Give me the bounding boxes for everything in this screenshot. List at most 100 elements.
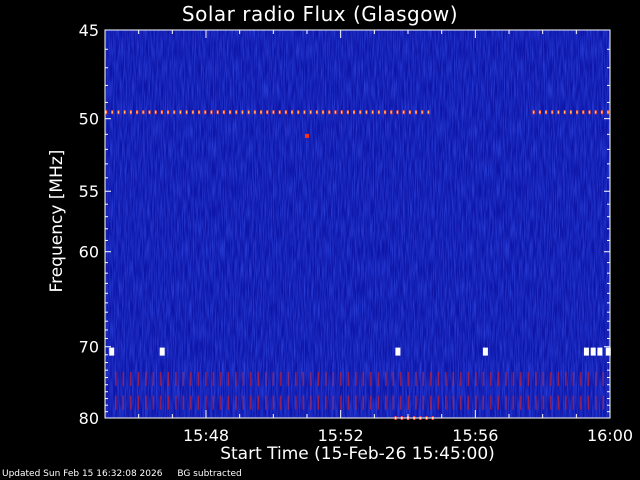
dotted-band-highlight — [322, 111, 324, 114]
interference-mark — [395, 347, 401, 356]
spectrogram-chart: 45505560708015:48 15:52 15:56 16:00 — [79, 21, 633, 445]
dotted-band-highlight — [403, 111, 405, 114]
lower-streak — [332, 362, 333, 418]
lower-streak — [453, 362, 454, 418]
dotted-band-highlight — [595, 111, 597, 114]
red-band-mark — [400, 395, 402, 410]
dotted-band-highlight — [601, 111, 603, 114]
dotted-band-highlight — [148, 111, 150, 114]
dotted-band-highlight — [421, 111, 423, 114]
red-band-mark — [362, 395, 365, 410]
red-band-mark — [535, 372, 537, 386]
red-band-mark — [137, 372, 140, 386]
red-band-mark — [572, 395, 575, 410]
red-band-mark — [227, 395, 230, 410]
lower-streak — [420, 362, 421, 418]
dotted-band-highlight — [353, 111, 355, 114]
red-band-mark — [122, 372, 125, 386]
bg-note: BG subtracted — [177, 469, 242, 479]
red-band-mark — [242, 395, 245, 410]
red-band-mark — [152, 395, 155, 410]
lower-streak — [343, 362, 344, 418]
lower-streak — [464, 362, 465, 418]
red-band-mark — [490, 372, 492, 386]
red-band-mark — [512, 372, 515, 386]
dotted-band-highlight — [588, 111, 590, 114]
dotted-band-highlight — [161, 111, 163, 114]
x-tick-label: 15:48 — [183, 426, 229, 445]
dotted-band-highlight — [359, 111, 361, 114]
red-band-mark — [152, 372, 155, 386]
interference-mark — [482, 347, 488, 356]
red-band-mark — [580, 395, 582, 410]
lower-streak — [585, 362, 586, 418]
dotted-band-highlight — [291, 111, 293, 114]
lower-streak — [244, 362, 245, 418]
red-band-mark — [557, 395, 560, 410]
dotted-band-highlight — [111, 111, 113, 114]
dotted-band-highlight — [564, 111, 566, 114]
dotted-band-highlight — [285, 111, 287, 114]
dotted-band-highlight — [279, 111, 281, 114]
red-band-mark — [587, 372, 590, 386]
y-tick-label: 80 — [79, 409, 99, 428]
x-tick-label: 16:00 — [587, 426, 633, 445]
red-band-mark — [130, 395, 132, 410]
dotted-band-highlight — [142, 111, 144, 114]
red-band-mark — [130, 372, 132, 386]
dotted-band-highlight — [198, 111, 200, 114]
red-band-mark — [347, 395, 350, 410]
lower-streak — [519, 362, 520, 418]
red-band-mark — [235, 395, 237, 410]
lower-streak — [354, 362, 355, 418]
red-band-mark — [377, 372, 380, 386]
x-tick-label: 15:52 — [318, 426, 364, 445]
red-band-mark — [190, 395, 192, 410]
red-band-mark — [527, 372, 530, 386]
red-band-mark — [437, 372, 440, 386]
interference-mark — [597, 347, 603, 356]
lower-streak — [442, 362, 443, 418]
footer: Updated Sun Feb 15 16:32:08 2026 BG subt… — [2, 469, 254, 479]
red-band-mark — [272, 372, 275, 386]
lower-streak — [563, 362, 564, 418]
red-band-mark — [160, 372, 162, 386]
red-band-mark — [160, 395, 162, 410]
red-band-mark — [385, 372, 387, 386]
dotted-band-highlight — [248, 111, 250, 114]
red-band-mark — [482, 395, 485, 410]
lower-streak — [255, 362, 256, 418]
lower-streak — [530, 362, 531, 418]
lower-streak — [596, 362, 597, 418]
red-band-mark — [587, 395, 590, 410]
red-band-mark — [550, 395, 552, 410]
y-axis-label: Frequency [MHz] — [47, 149, 67, 293]
dotted-band-highlight — [310, 111, 312, 114]
red-band-mark — [520, 372, 522, 386]
red-band-mark — [445, 372, 447, 386]
red-band-mark — [355, 395, 357, 410]
lower-streak — [178, 362, 179, 418]
dotted-band-highlight — [167, 111, 169, 114]
lower-streak — [574, 362, 575, 418]
red-band-mark — [302, 395, 305, 410]
red-band-mark — [407, 372, 410, 386]
red-band-mark — [280, 372, 282, 386]
red-band-mark — [115, 372, 117, 386]
red-band-mark — [205, 395, 207, 410]
dotted-band-highlight — [229, 111, 231, 114]
red-band-mark — [602, 372, 605, 386]
dotted-band-highlight — [415, 111, 417, 114]
red-band-mark — [542, 372, 545, 386]
red-band-mark — [175, 372, 177, 386]
red-band-mark — [505, 395, 507, 410]
red-band-mark — [197, 395, 200, 410]
red-band-mark — [295, 372, 297, 386]
dotted-band-highlight — [173, 111, 175, 114]
red-band-mark — [212, 372, 215, 386]
lower-streak — [277, 362, 278, 418]
y-tick-label: 50 — [79, 110, 99, 129]
red-band-mark — [250, 395, 252, 410]
red-band-mark — [490, 395, 492, 410]
dotted-band-highlight — [545, 111, 547, 114]
